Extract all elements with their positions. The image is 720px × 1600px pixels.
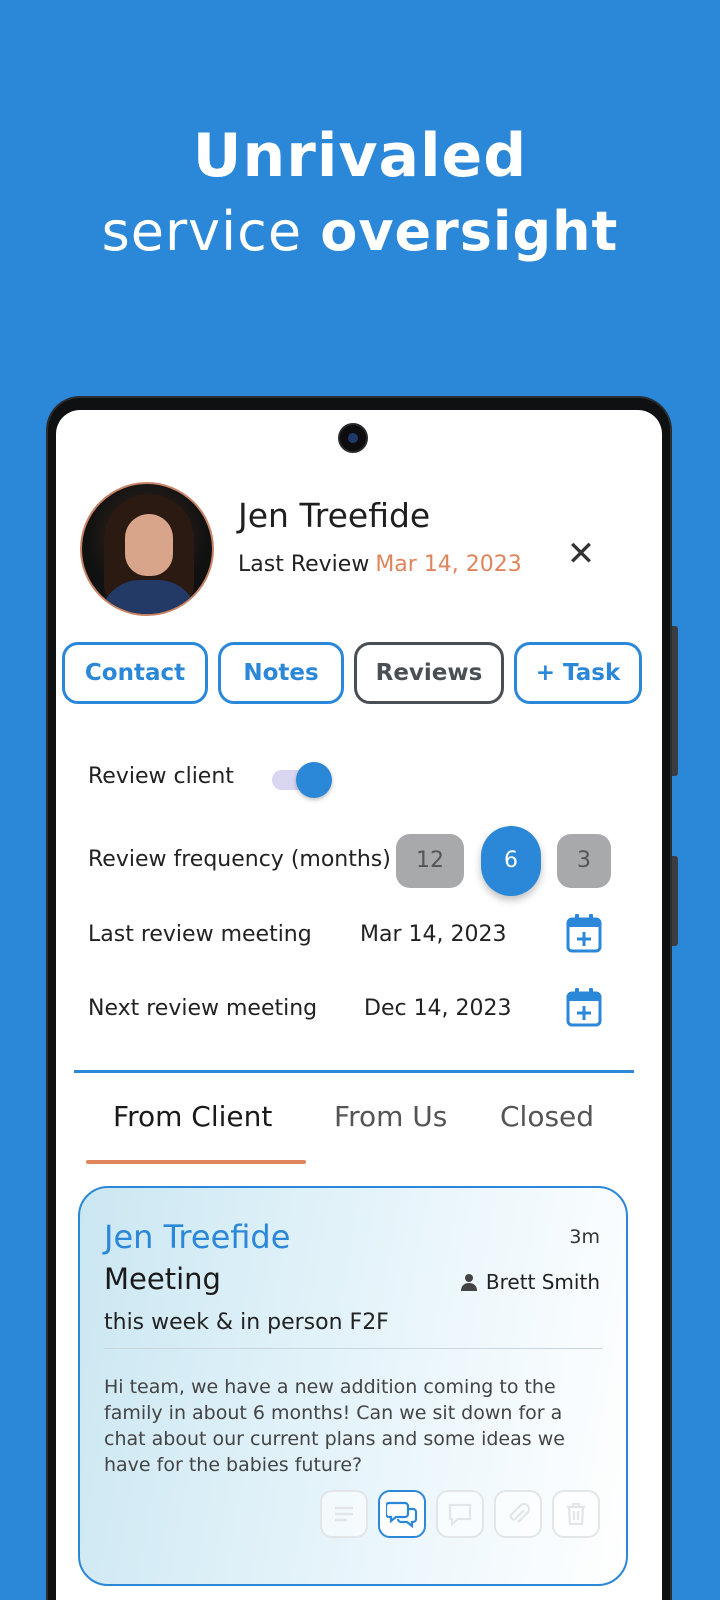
front-camera	[338, 423, 368, 453]
request-card[interactable]: Jen Treefide 3m Meeting Brett Smith this…	[78, 1186, 628, 1586]
frequency-option-6[interactable]: 6	[481, 826, 541, 896]
avatar	[80, 482, 214, 616]
attach-icon[interactable]	[494, 1490, 542, 1538]
last-review: Last Review Mar 14, 2023	[238, 552, 522, 577]
card-client-name: Jen Treefide	[104, 1218, 291, 1256]
card-timestamp: 3m	[569, 1226, 600, 1248]
last-review-date: Mar 14, 2023	[375, 552, 522, 577]
notes-icon[interactable]	[320, 1490, 368, 1538]
section-divider	[74, 1070, 634, 1073]
add-task-button[interactable]: + Task	[514, 642, 642, 704]
close-icon[interactable]: ✕	[561, 534, 601, 574]
calendar-add-icon[interactable]	[566, 987, 602, 1027]
review-frequency-label: Review frequency (months)	[88, 847, 391, 872]
contact-button[interactable]: Contact	[62, 642, 208, 704]
reviews-button[interactable]: Reviews	[354, 642, 504, 704]
client-name: Jen Treefide	[238, 496, 431, 535]
marketing-headline: Unrivaled service oversight	[0, 118, 720, 270]
card-assignee: Brett Smith	[460, 1270, 600, 1294]
card-request-type: Meeting	[104, 1262, 221, 1296]
headline-regular: service	[101, 200, 303, 263]
trash-icon[interactable]	[552, 1490, 600, 1538]
chat-icon[interactable]	[378, 1490, 426, 1538]
tab-from-us[interactable]: From Us	[334, 1100, 447, 1133]
review-client-label: Review client	[88, 764, 234, 789]
frequency-option-12[interactable]: 12	[396, 834, 464, 888]
card-message: Hi team, we have a new addition coming t…	[104, 1376, 565, 1476]
last-meeting-label: Last review meeting	[88, 922, 312, 947]
card-subtitle: this week & in person F2F	[104, 1310, 389, 1335]
notes-button[interactable]: Notes	[218, 642, 344, 704]
next-meeting-label: Next review meeting	[88, 996, 318, 1021]
next-meeting-date: Dec 14, 2023	[364, 996, 512, 1021]
phone-screen: Jen Treefide Last Review Mar 14, 2023 ✕ C…	[56, 410, 662, 1600]
assignee-name: Brett Smith	[485, 1270, 600, 1294]
headline-line-1: Unrivaled	[192, 121, 528, 191]
card-actions	[320, 1490, 610, 1540]
last-review-label: Last Review	[238, 552, 370, 577]
card-divider	[104, 1348, 602, 1349]
frequency-option-3[interactable]: 3	[557, 834, 611, 888]
review-client-toggle[interactable]	[268, 762, 332, 798]
calendar-add-icon[interactable]	[566, 913, 602, 953]
last-meeting-date: Mar 14, 2023	[360, 922, 507, 947]
power-button	[672, 856, 678, 946]
profile-tab-buttons: Contact Notes Reviews + Task	[62, 642, 662, 704]
person-icon	[460, 1274, 477, 1291]
tab-from-client[interactable]: From Client	[113, 1100, 272, 1133]
comment-icon[interactable]	[436, 1490, 484, 1538]
volume-button	[672, 626, 678, 776]
active-tab-indicator	[86, 1160, 306, 1164]
tab-closed[interactable]: Closed	[500, 1100, 594, 1133]
headline-bold: oversight	[320, 200, 619, 263]
headline-line-2: service oversight	[0, 194, 720, 270]
phone-frame: Jen Treefide Last Review Mar 14, 2023 ✕ C…	[46, 396, 678, 1600]
